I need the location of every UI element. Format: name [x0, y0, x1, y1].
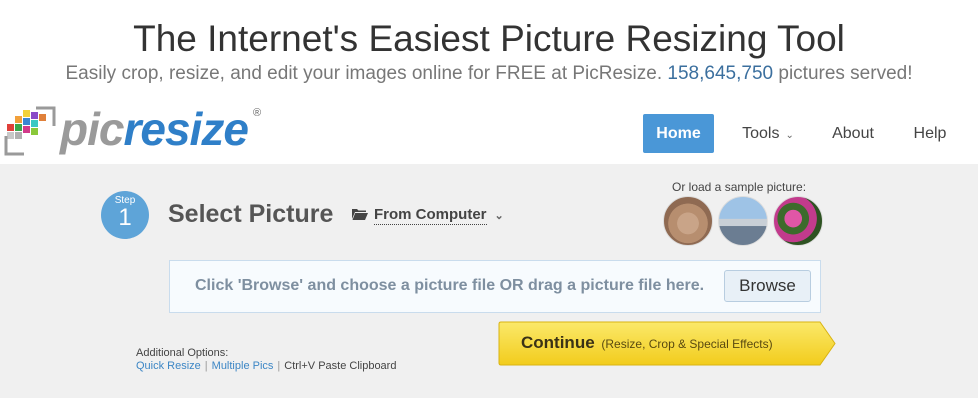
- pictures-served-count: 158,645,750: [667, 63, 774, 84]
- browse-button[interactable]: Browse: [724, 270, 811, 302]
- hero-header: The Internet's Easiest Picture Resizing …: [0, 0, 978, 105]
- select-picture-title: Select Picture: [168, 200, 334, 228]
- logo-word-resize: resize: [123, 103, 248, 155]
- chevron-down-icon: ⌄: [785, 130, 794, 141]
- multiple-pics-link[interactable]: Multiple Pics: [212, 360, 274, 372]
- step-number: 1: [118, 204, 132, 231]
- separator: |: [204, 360, 208, 372]
- separator: |: [277, 360, 281, 372]
- additional-options: Additional Options: Quick Resize | Multipl…: [136, 347, 396, 373]
- registered-mark: ®: [253, 107, 262, 119]
- continue-label: Continue (Resize, Crop & Special Effects…: [521, 333, 773, 353]
- file-drop-zone[interactable]: Click 'Browse' and choose a picture file…: [169, 260, 821, 313]
- sample-flower-thumbnail[interactable]: [773, 196, 823, 246]
- logo-wordmark: picresize: [60, 102, 249, 156]
- nav-tools[interactable]: Tools ⌄: [735, 114, 801, 153]
- continue-main-label: Continue: [521, 333, 595, 352]
- continue-button[interactable]: Continue (Resize, Crop & Special Effects…: [498, 321, 836, 366]
- additional-options-links: Quick Resize | Multiple Pics | Ctrl+V Paste …: [136, 360, 396, 373]
- chevron-down-icon: ⌄: [494, 210, 504, 222]
- upload-panel: Step 1 Select Picture From Computer ⌄ Or …: [0, 164, 978, 398]
- subtitle-suffix: pictures served!: [778, 63, 913, 84]
- nav-help[interactable]: Help: [910, 114, 950, 153]
- source-dropdown[interactable]: From Computer ⌄: [352, 206, 504, 225]
- sample-dog-thumbnail[interactable]: [663, 196, 713, 246]
- page-title: The Internet's Easiest Picture Resizing …: [133, 18, 845, 59]
- nav-tools-label: Tools: [742, 125, 780, 142]
- sample-picture-label: Or load a sample picture:: [672, 180, 807, 194]
- logo-mosaic-icon: [4, 106, 56, 156]
- picresize-logo[interactable]: picresize ®: [4, 102, 266, 158]
- step-badge: Step 1: [101, 191, 149, 239]
- source-label: From Computer: [374, 206, 487, 225]
- subtitle-text: Easily crop, resize, and edit your image…: [65, 63, 663, 84]
- nav-about[interactable]: About: [826, 114, 880, 153]
- logo-word-pic: pic: [60, 103, 124, 155]
- quick-resize-link[interactable]: Quick Resize: [136, 360, 201, 372]
- page-subtitle: Easily crop, resize, and edit your image…: [0, 62, 978, 86]
- nav-home[interactable]: Home: [643, 114, 714, 153]
- drop-zone-message: Click 'Browse' and choose a picture file…: [195, 277, 705, 294]
- additional-options-heading: Additional Options:: [136, 347, 229, 359]
- continue-detail-label: (Resize, Crop & Special Effects): [601, 337, 773, 351]
- sample-city-thumbnail[interactable]: [718, 196, 768, 246]
- paste-clipboard-text: Ctrl+V Paste Clipboard: [284, 360, 397, 372]
- folder-icon: [352, 209, 368, 220]
